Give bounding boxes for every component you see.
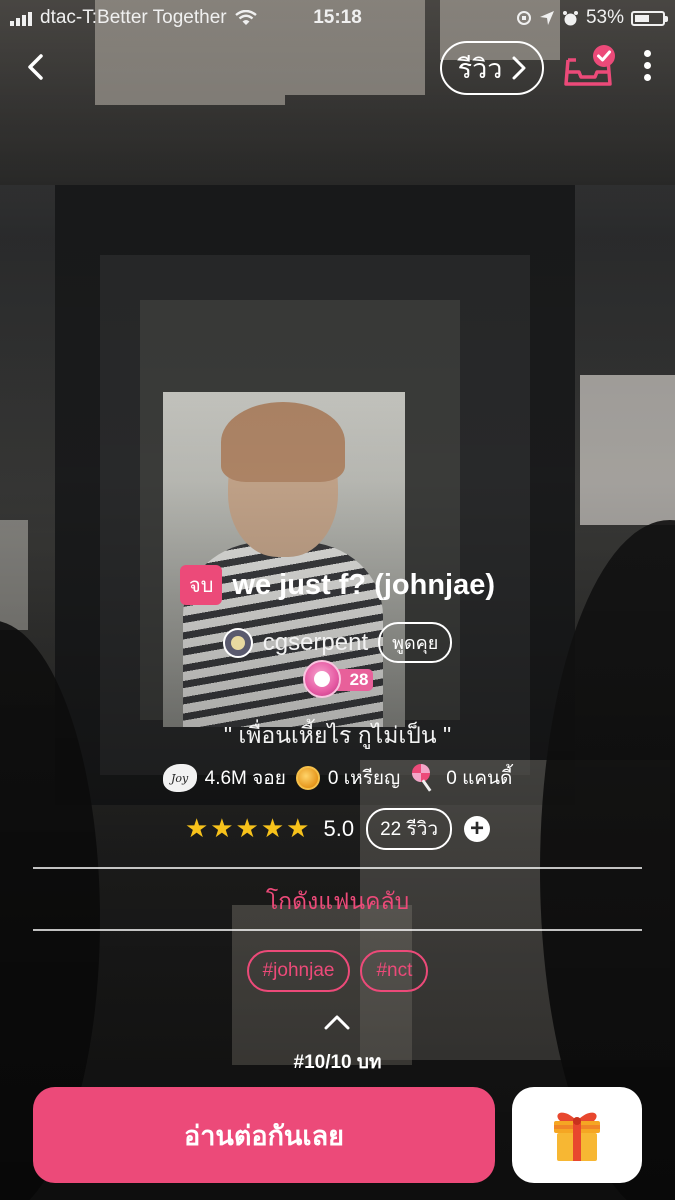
location-icon	[539, 11, 554, 25]
fanclub-link[interactable]: โกดังแฟนคลับ	[0, 884, 675, 920]
inbox-check-icon	[564, 45, 615, 86]
level-badge: 28	[302, 660, 373, 698]
gift-icon	[554, 1112, 600, 1161]
divider	[33, 929, 642, 931]
joy-icon: Joy	[162, 764, 197, 792]
divider	[33, 867, 642, 869]
review-chevron-icon	[512, 56, 526, 80]
tag-johnjae[interactable]: #johnjae	[246, 950, 351, 992]
status-bar: dtac-T:Better Together 15:18 53%	[0, 0, 675, 36]
author-row: cgserpent พูดคุย	[0, 622, 675, 663]
title-row: จบ we just f? (johnjae)	[0, 565, 675, 605]
chapter-count: #10/10 บท	[293, 1052, 382, 1073]
tag-nct[interactable]: #nct	[360, 950, 429, 992]
joy-count: 4.6M จอย	[204, 768, 286, 789]
rotation-lock-icon	[516, 11, 531, 25]
candy-count: 0 แคนดี้	[446, 768, 513, 789]
expand-button[interactable]	[322, 1012, 352, 1034]
level-orb-icon	[302, 660, 341, 698]
candy-stat: 0 แคนดี้	[410, 763, 512, 793]
gift-button[interactable]	[512, 1087, 642, 1183]
plus-icon: +	[470, 815, 485, 842]
coin-stat: 0 เหรียญ	[295, 763, 401, 793]
review-button[interactable]: รีวิว	[440, 41, 544, 95]
completed-badge: จบ	[179, 565, 223, 605]
more-icon	[638, 50, 656, 81]
coin-icon	[295, 766, 320, 790]
continue-reading-button[interactable]: อ่านต่อกันเลย	[33, 1087, 495, 1183]
review-button-label: รีวิว	[457, 53, 503, 84]
continue-reading-label: อ่านต่อกันเลย	[184, 1120, 344, 1151]
back-icon	[28, 54, 43, 80]
library-button[interactable]	[562, 44, 620, 94]
battery-percent: 53%	[585, 7, 624, 28]
story-tagline: " เพื่อนเหี้ยไร กูไม่เป็น "	[223, 722, 452, 748]
alarm-icon	[562, 10, 578, 25]
author-name[interactable]: cgserpent	[263, 629, 368, 657]
rating-value: 5.0	[323, 816, 355, 841]
add-review-button[interactable]: +	[464, 815, 491, 842]
star-rating: ★★★★★	[184, 814, 312, 844]
stats-row: Joy 4.6M จอย 0 เหรียญ 0 แคนดี้	[0, 763, 675, 793]
more-button[interactable]	[638, 50, 656, 86]
tag-list: #johnjae #nct	[0, 950, 675, 992]
joy-stat: Joy 4.6M จอย	[162, 763, 286, 793]
review-count-button[interactable]: 22 รีวิว	[366, 808, 453, 850]
coin-count: 0 เหรียญ	[327, 768, 401, 789]
story-title: we just f? (johnjae)	[232, 568, 496, 601]
candy-icon	[410, 764, 438, 792]
rating-row: ★★★★★ 5.0 22 รีวิว +	[0, 808, 675, 850]
battery-icon	[631, 10, 668, 26]
back-button[interactable]	[20, 50, 54, 84]
chat-button[interactable]: พูดคุย	[378, 622, 453, 663]
author-avatar[interactable]	[222, 627, 253, 658]
chevron-up-icon	[324, 1015, 350, 1030]
level-badge-row: 28	[0, 660, 675, 698]
